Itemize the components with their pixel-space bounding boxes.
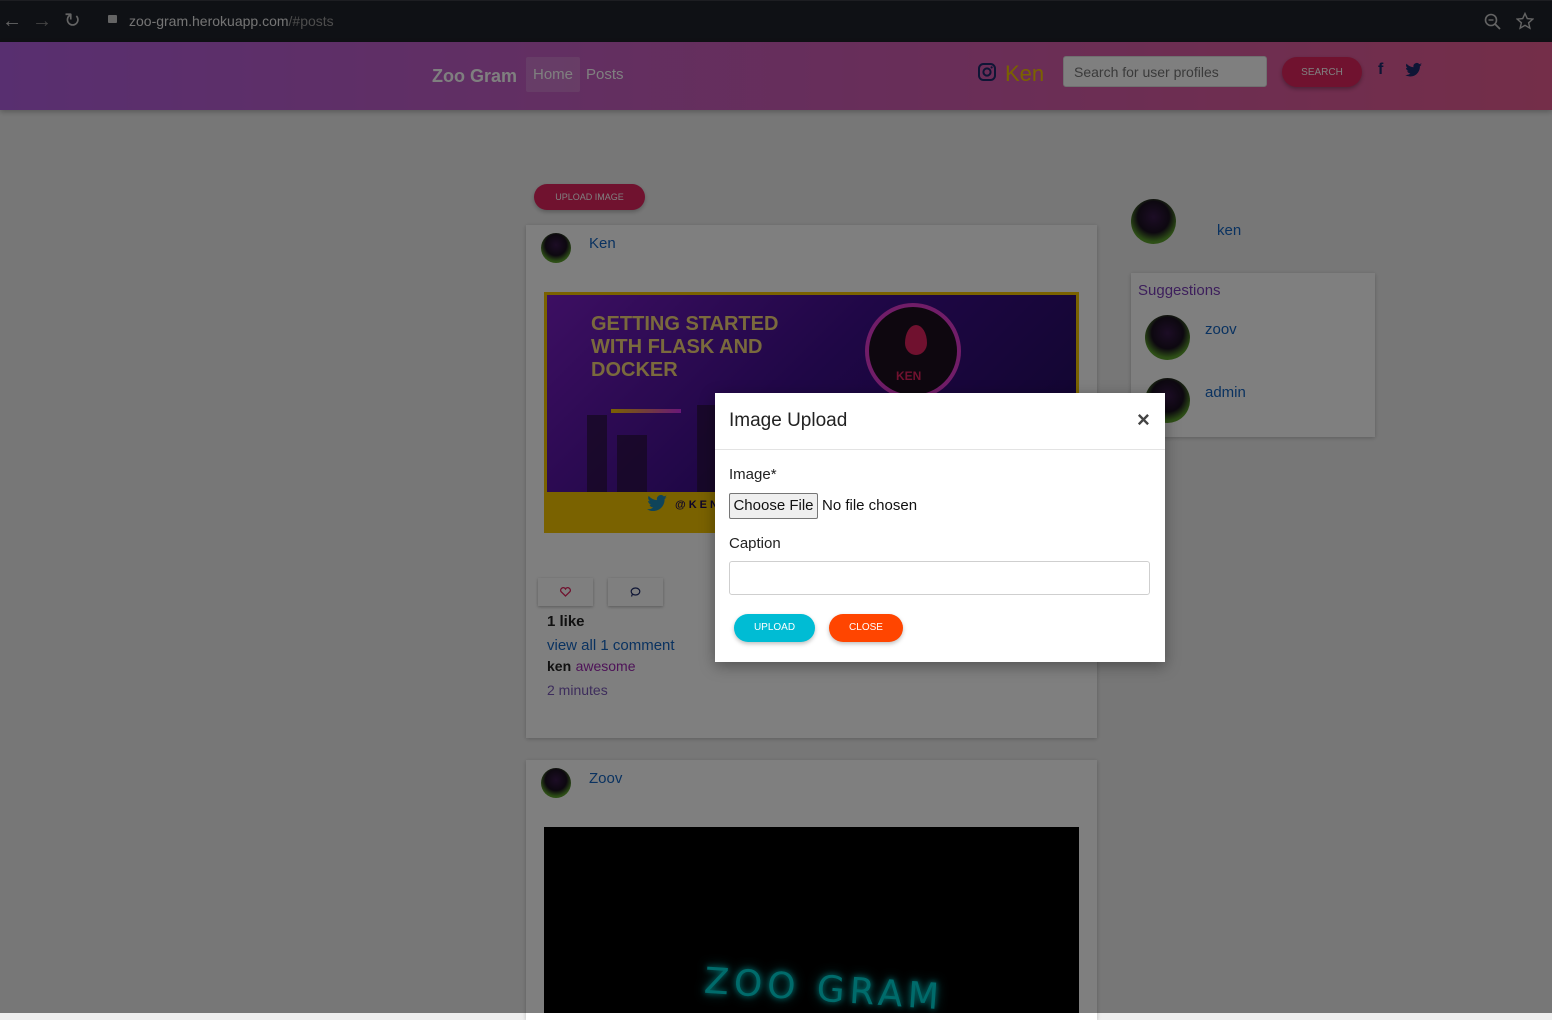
caption-input[interactable] — [729, 561, 1150, 595]
image-upload-modal: Image Upload × Image* Choose File No fil… — [715, 393, 1165, 662]
upload-button[interactable]: Upload — [734, 614, 815, 642]
file-status: No file chosen — [822, 497, 918, 514]
image-label: Image* — [729, 466, 777, 483]
modal-divider — [715, 449, 1165, 450]
choose-file-button[interactable]: Choose File — [729, 493, 818, 519]
close-button[interactable]: Close — [829, 614, 903, 642]
modal-title: Image Upload — [729, 410, 848, 431]
caption-label: Caption — [729, 535, 781, 552]
close-icon[interactable]: × — [1137, 407, 1150, 433]
